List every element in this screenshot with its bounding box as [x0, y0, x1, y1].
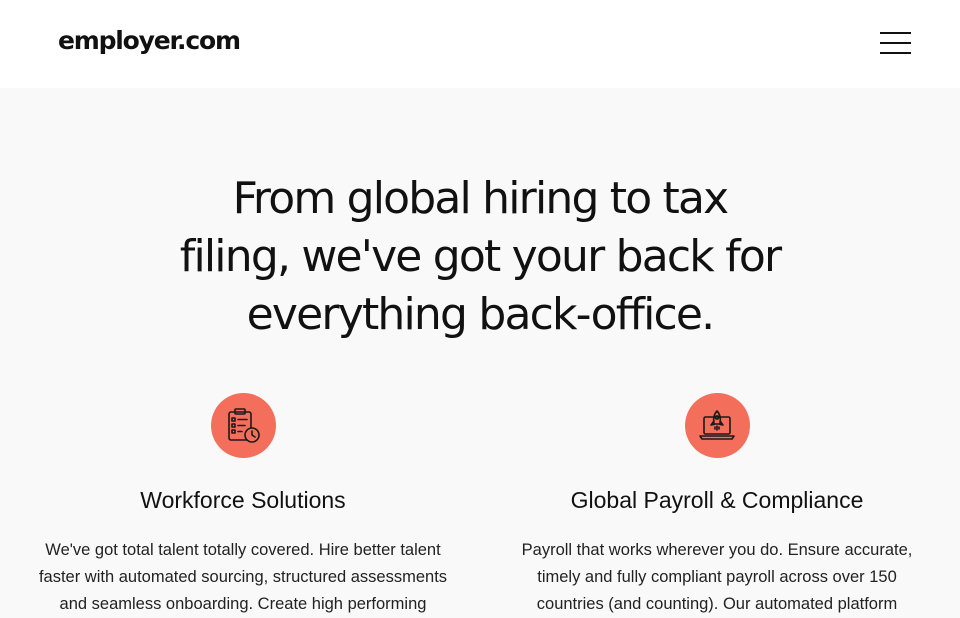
- menu-bar: [880, 52, 911, 54]
- description-line: timely and fully compliant payroll acros…: [537, 568, 897, 586]
- feature-workforce-solutions: Workforce Solutions We've got total tale…: [18, 393, 468, 618]
- logo[interactable]: employer.com: [58, 26, 241, 55]
- menu-bar: [880, 32, 911, 34]
- hamburger-menu-icon[interactable]: [876, 28, 916, 58]
- description-line: and seamless onboarding. Create high per…: [59, 595, 427, 613]
- site-header: employer.com: [0, 0, 960, 88]
- hero-line: From global hiring to tax: [232, 173, 730, 224]
- feature-title: Global Payroll & Compliance: [570, 487, 864, 513]
- description-line: Payroll that works wherever you do. Ensu…: [521, 541, 913, 559]
- menu-bar: [880, 42, 911, 44]
- hero-heading: From global hiring to tax filing, we've …: [160, 170, 800, 344]
- feature-description: We've got total talent totally covered. …: [18, 537, 468, 618]
- clipboard-checklist-clock-icon: [210, 393, 276, 458]
- hero-line: filing, we've got your back for: [179, 231, 782, 282]
- description-line: We've got total talent totally covered. …: [45, 541, 441, 559]
- hero-line: everything back-office.: [246, 289, 716, 340]
- feature-title: Workforce Solutions: [140, 487, 346, 513]
- feature-description: Payroll that works wherever you do. Ensu…: [492, 537, 942, 618]
- description-line: countries (and counting). Our automated …: [536, 595, 898, 613]
- feature-global-payroll: Global Payroll & Compliance Payroll that…: [492, 393, 942, 618]
- laptop-rocket-icon: [684, 393, 750, 458]
- description-line: faster with automated sourcing, structur…: [38, 568, 448, 586]
